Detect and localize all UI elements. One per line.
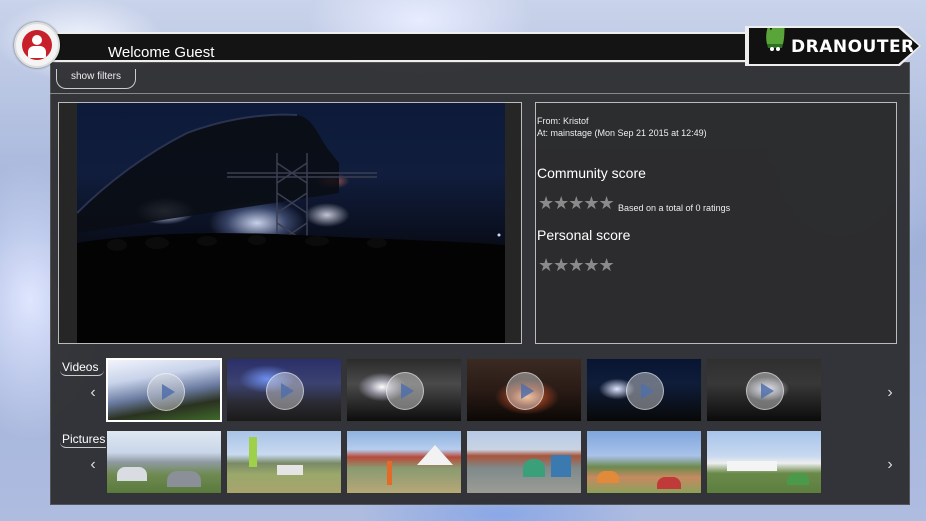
personal-score-title: Personal score (537, 227, 631, 243)
location-text: At: mainstage (Mon Sep 21 2015 at 12:49) (537, 128, 707, 138)
videos-label: Videos (60, 360, 105, 376)
stage-silhouette (77, 113, 505, 343)
videos-next-arrow-icon[interactable]: › (883, 384, 897, 402)
brand-logo: DRANOUTER (747, 28, 919, 64)
picture-thumbnail[interactable] (226, 430, 342, 494)
videos-prev-arrow-icon[interactable]: ‹ (86, 384, 100, 402)
play-icon (147, 373, 185, 411)
video-thumbnail[interactable] (226, 358, 342, 422)
author-text: From: Kristof (537, 116, 589, 126)
brand-name: DRANOUTER (791, 37, 915, 57)
pictures-prev-arrow-icon[interactable]: ‹ (86, 456, 100, 474)
community-score-title: Community score (537, 165, 646, 181)
welcome-text: Welcome Guest (108, 44, 215, 61)
picture-thumbnail[interactable] (706, 430, 822, 494)
community-stars: ★★★★★ (538, 193, 615, 213)
ratings-count-text: Based on a total of 0 ratings (618, 203, 731, 213)
play-icon (506, 372, 544, 410)
media-viewer (58, 102, 522, 344)
video-thumbnail[interactable] (106, 358, 222, 422)
filters-row: show filters (50, 66, 910, 94)
video-thumbnail[interactable] (346, 358, 462, 422)
show-filters-button[interactable]: show filters (56, 69, 137, 89)
user-icon (22, 30, 52, 60)
play-icon (746, 372, 784, 410)
play-icon (266, 372, 304, 410)
main-photo (77, 103, 505, 343)
play-icon (386, 372, 424, 410)
pictures-label: Pictures (60, 432, 112, 448)
picture-thumbnail[interactable] (466, 430, 582, 494)
video-thumbnail[interactable] (466, 358, 582, 422)
play-icon (626, 372, 664, 410)
header: Welcome Guest DRANOUTER (14, 22, 921, 68)
pictures-next-arrow-icon[interactable]: › (883, 456, 897, 474)
info-panel: From: Kristof At: mainstage (Mon Sep 21 … (535, 102, 897, 344)
pictures-strip (106, 430, 822, 494)
picture-thumbnail[interactable] (106, 430, 222, 494)
personal-stars[interactable]: ★★★★★ (538, 255, 615, 276)
video-thumbnail[interactable] (586, 358, 702, 422)
video-thumbnail[interactable] (706, 358, 822, 422)
user-avatar[interactable] (14, 22, 60, 68)
picture-thumbnail[interactable] (346, 430, 462, 494)
videos-strip (106, 358, 822, 422)
picture-thumbnail[interactable] (586, 430, 702, 494)
